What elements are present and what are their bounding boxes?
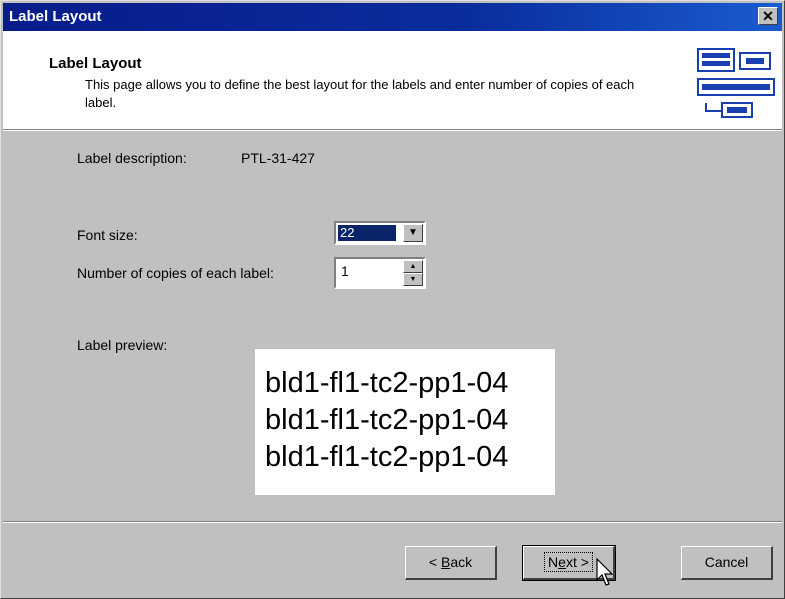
footer-divider-highlight xyxy=(3,522,782,523)
close-icon: ✕ xyxy=(762,8,774,24)
spin-down-button[interactable]: ▼ xyxy=(403,273,423,286)
preview-line: bld1-fl1-tc2-pp1-04 xyxy=(265,404,509,436)
window-title: Label Layout xyxy=(9,8,102,25)
back-prefix: < xyxy=(428,554,441,570)
label-layout-window: Label Layout ✕ Label Layout This page al… xyxy=(0,0,785,599)
label-preview: bld1-fl1-tc2-pp1-04 bld1-fl1-tc2-pp1-04 … xyxy=(255,349,555,495)
spin-up-button[interactable]: ▲ xyxy=(403,260,423,273)
preview-caption: Label preview: xyxy=(77,337,168,353)
preview-line: bld1-fl1-tc2-pp1-04 xyxy=(265,367,509,399)
close-button[interactable]: ✕ xyxy=(758,7,778,25)
cancel-label: Cancel xyxy=(704,554,749,570)
mouse-cursor-icon xyxy=(596,558,614,586)
header-description: This page allows you to define the best … xyxy=(85,77,635,110)
next-prefix: N xyxy=(548,554,559,570)
copies-stepper[interactable]: 1 ▲ ▼ xyxy=(334,257,426,289)
cancel-button[interactable]: Cancel xyxy=(681,546,773,580)
next-accelerator: e xyxy=(558,554,566,570)
arrow-down-icon: ▼ xyxy=(409,276,417,283)
preview-line: bld1-fl1-tc2-pp1-04 xyxy=(265,441,509,473)
font-size-dropdown-button[interactable]: ▼ xyxy=(403,224,423,242)
chevron-down-icon: ▼ xyxy=(408,227,418,238)
font-size-select[interactable]: 22 ▼ xyxy=(334,221,426,245)
header-divider xyxy=(3,130,782,131)
label-description-value: PTL-31-427 xyxy=(241,150,315,166)
back-accelerator: B xyxy=(440,554,451,570)
next-label: xt > xyxy=(565,554,589,570)
font-size-value: 22 xyxy=(338,225,396,241)
arrow-up-icon: ▲ xyxy=(409,263,417,270)
title-bar[interactable]: Label Layout ✕ xyxy=(3,3,782,31)
copies-spin-buttons: ▲ ▼ xyxy=(403,260,423,286)
copies-value[interactable]: 1 xyxy=(341,263,349,279)
wizard-header: Label Layout This page allows you to def… xyxy=(3,31,782,130)
label-sheet-icon xyxy=(697,48,775,118)
header-title: Label Layout xyxy=(49,55,142,72)
copies-caption: Number of copies of each label: xyxy=(77,265,274,281)
back-label: ack xyxy=(450,554,473,570)
next-focus-rect: Next > xyxy=(544,552,593,572)
back-button[interactable]: < Back xyxy=(405,546,497,580)
label-description-caption: Label description: xyxy=(77,150,187,166)
font-size-caption: Font size: xyxy=(77,227,138,243)
